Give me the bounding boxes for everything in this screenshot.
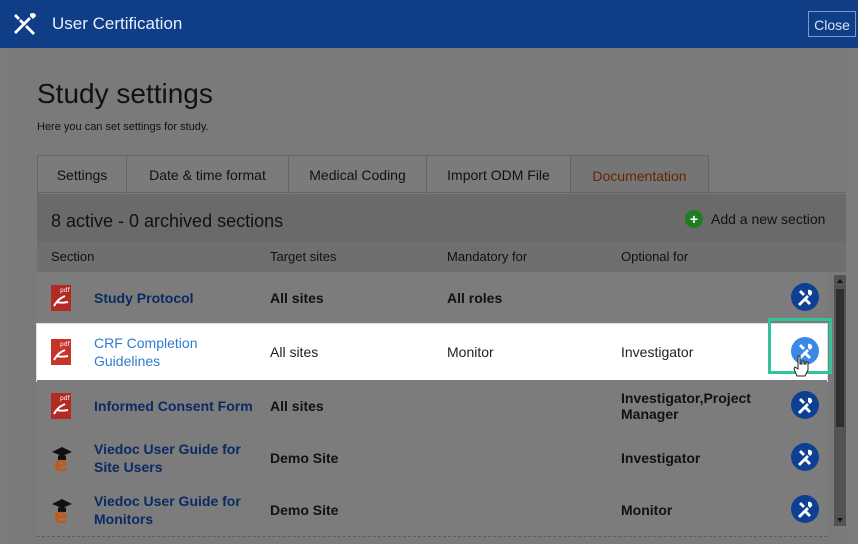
pdf-icon: pdf [51,285,71,311]
table-header: Section Target sites Mandatory for Optio… [37,242,846,272]
table-row: e Viedoc User Guide for Monitors Demo Si… [37,484,827,537]
tools-icon [798,397,813,414]
target-sites: All sites [270,344,319,360]
optional-for: Investigator,Project Manager [621,390,751,422]
table-row: e Viedoc User Guide for Site Users Demo … [37,432,827,485]
vertical-scrollbar[interactable] [834,275,846,526]
pdf-icon: pdf [51,339,71,365]
tools-icon [798,501,813,518]
section-link[interactable]: CRF Completion Guidelines [94,324,264,380]
window-title: User Certification [52,14,183,33]
plus-icon: + [685,210,703,228]
mandatory-for: Monitor [447,344,494,360]
window-titlebar: User Certification Close [0,0,858,48]
documentation-grid: 8 active - 0 archived sections + Add a n… [37,194,846,537]
close-button[interactable]: Close [808,11,856,37]
mandatory-for [447,484,597,536]
section-link[interactable]: Viedoc User Guide for Monitors [94,484,264,536]
page-subtitle: Here you can set settings for study. [37,121,209,133]
tools-icon [14,12,36,35]
scroll-up-icon[interactable] [836,277,844,285]
tab-import-odm-file[interactable]: Import ODM File [426,155,570,195]
settings-button[interactable] [791,283,819,311]
mandatory-for [447,380,597,432]
target-sites: Demo Site [270,502,339,518]
tools-icon [798,449,813,466]
settings-button[interactable] [791,391,819,419]
tab-settings[interactable]: Settings [37,155,126,195]
tab-date-time-format[interactable]: Date & time format [126,155,288,195]
settings-button[interactable] [791,443,819,471]
section-link[interactable]: Viedoc User Guide for Site Users [94,432,264,484]
table-row: pdf Informed Consent Form All sites Inve… [37,380,827,433]
scroll-down-icon[interactable] [836,516,844,524]
elearning-icon: e [52,447,72,472]
svg-text:pdf: pdf [60,287,71,294]
section-link[interactable]: Informed Consent Form [94,380,264,432]
tab-medical-coding[interactable]: Medical Coding [288,155,426,195]
settings-button[interactable] [791,495,819,523]
svg-text:e: e [54,504,68,524]
add-section-label: Add a new section [711,211,826,227]
table-body: pdf Study Protocol All sites All roles p… [37,272,846,537]
target-sites: Demo Site [270,450,339,466]
svg-text:pdf: pdf [60,395,71,402]
table-row-selected: pdf CRF Completion Guidelines All sites … [37,318,832,381]
elearning-icon: e [52,499,72,524]
column-target-sites: Target sites [270,249,337,264]
svg-text:pdf: pdf [60,341,71,348]
svg-text:e: e [54,452,68,472]
target-sites: All sites [270,398,324,414]
pdf-icon: pdf [51,393,71,419]
section-count: 8 active - 0 archived sections [51,211,284,231]
section-link[interactable]: Study Protocol [94,272,264,324]
page-title: Study settings [37,78,213,109]
mandatory-for [447,432,597,484]
column-optional-for: Optional for [621,249,689,264]
tab-documentation[interactable]: Documentation [570,155,709,195]
table-row: pdf Study Protocol All sites All roles [37,272,827,325]
pointer-hand-icon [793,355,809,377]
tabs-divider [37,192,846,193]
column-section: Section [51,249,95,264]
optional-for: Monitor [621,502,673,518]
summary-bar: 8 active - 0 archived sections + Add a n… [37,194,846,242]
optional-for: Investigator [621,450,701,466]
mandatory-for: All roles [447,290,503,306]
settings-tabs: Settings Date & time format Medical Codi… [37,155,709,195]
tools-icon [798,289,813,306]
add-section-button[interactable]: + Add a new section [685,210,825,228]
column-mandatory-for: Mandatory for [447,249,528,264]
optional-for: Investigator [621,344,694,360]
scrollbar-thumb[interactable] [836,289,844,427]
target-sites: All sites [270,290,324,306]
optional-for [621,272,761,324]
